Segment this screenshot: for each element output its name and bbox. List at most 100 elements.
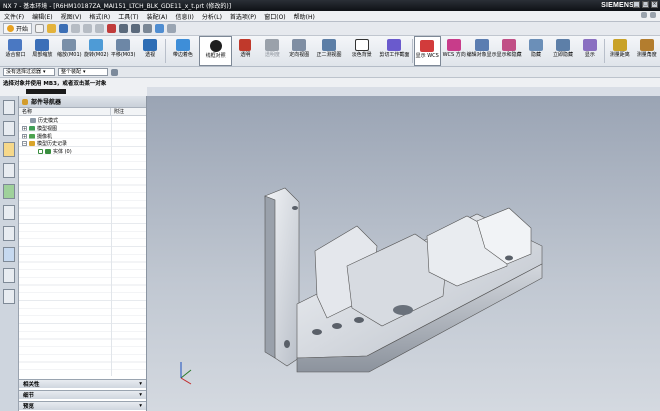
open-icon[interactable] — [47, 24, 57, 33]
rotate-button[interactable]: 旋转(M02) — [83, 36, 110, 66]
zoom-window-button[interactable]: 局部缩放 — [29, 36, 56, 66]
background-icon — [354, 39, 369, 51]
checkbox-icon[interactable] — [38, 149, 43, 155]
expand-icon[interactable]: + — [22, 133, 27, 139]
menu-analysis[interactable]: 分析(L) — [202, 12, 222, 21]
menu-assembly[interactable]: 装配(A) — [147, 12, 168, 21]
details-panel[interactable]: 细节 ▾ — [19, 390, 146, 399]
constraint-navigator-tab[interactable] — [3, 121, 15, 136]
show-button[interactable]: 显示 — [576, 36, 603, 66]
type-filter-value: 没有选择过滤器 — [6, 69, 42, 75]
measure-angle-button[interactable]: 测量角度 — [633, 36, 660, 66]
menu-file[interactable]: 文件(F) — [4, 12, 24, 21]
cut-icon[interactable] — [71, 24, 81, 33]
close-button[interactable]: × — [651, 1, 658, 8]
minimize-button[interactable]: _ — [633, 1, 640, 8]
assembly-navigator-tab[interactable] — [3, 100, 15, 115]
clip-section-button[interactable]: 剪切工作截面 — [378, 36, 411, 66]
folder-icon — [29, 141, 35, 147]
fit-button[interactable]: 适合窗口 — [2, 36, 29, 66]
close-doc-icon[interactable] — [650, 12, 656, 18]
zoom-label: 缩放(M01) — [57, 52, 82, 58]
hide-button[interactable]: 隐藏 — [523, 36, 550, 66]
tree-row-body[interactable]: 实体 (0) — [19, 148, 146, 156]
show-hide-button[interactable]: 显示和隐藏 — [496, 36, 523, 66]
save-icon[interactable] — [59, 24, 69, 33]
start-icon — [7, 25, 14, 32]
pan-button[interactable]: 平移(M03) — [110, 36, 137, 66]
scope-select[interactable]: 整个装配 ▾ — [58, 68, 108, 76]
graphics-window[interactable] — [147, 96, 660, 411]
show-wcs-button[interactable]: 显示 WCS — [413, 36, 441, 66]
column-name[interactable]: 名称 — [19, 108, 111, 115]
restore-icon[interactable] — [641, 12, 647, 18]
new-icon[interactable] — [35, 24, 45, 33]
pan-label: 平移(M03) — [110, 52, 136, 58]
scope-value: 整个装配 — [61, 69, 82, 75]
delete-icon[interactable] — [107, 24, 117, 33]
perspective-button[interactable]: 透视 — [137, 36, 164, 66]
transparency-button[interactable]: 透明度 — [259, 36, 286, 66]
shaded-with-edges-button[interactable]: 带边着色 — [167, 36, 200, 66]
system-materials-tab[interactable] — [3, 226, 15, 241]
maximize-button[interactable]: □ — [642, 1, 649, 8]
type-filter-select[interactable]: 没有选择过滤器 ▾ — [3, 68, 55, 76]
roles-tab[interactable] — [3, 268, 15, 283]
tree-row-history-mode[interactable]: 历史模式 — [19, 117, 146, 125]
menu-tools[interactable]: 工具(T) — [118, 12, 138, 21]
tile-icon[interactable] — [167, 24, 177, 33]
measure-distance-label: 测量距离 — [609, 52, 630, 58]
start-button[interactable]: 开始 — [3, 23, 33, 34]
trimetric-view-button[interactable]: 正二测视图 — [313, 36, 346, 66]
row-label: 历史模式 — [38, 118, 59, 125]
part-navigator-tab[interactable] — [3, 142, 15, 157]
paste-icon[interactable] — [95, 24, 105, 33]
filter-option-icon[interactable] — [111, 68, 118, 76]
menu-help[interactable]: 帮助(H) — [294, 12, 315, 21]
wireframe-button[interactable]: 线框对照 — [199, 36, 232, 66]
expand-icon[interactable]: + — [22, 126, 27, 132]
window-icon[interactable] — [155, 24, 165, 33]
transparent-button[interactable]: 透明 — [232, 36, 259, 66]
tree-row-model-views[interactable]: + 模型视图 — [19, 125, 146, 133]
undo-icon[interactable] — [119, 24, 129, 33]
light-background-button[interactable]: 淡色背景 — [345, 36, 378, 66]
menu-edit[interactable]: 编辑(E) — [32, 12, 52, 21]
preview-panel[interactable]: 预览 ▾ — [19, 401, 146, 410]
dependencies-panel[interactable]: 相关性 ▾ — [19, 379, 146, 388]
zoom-button[interactable]: 缩放(M01) — [56, 36, 83, 66]
part-navigator: 部件导航器 名称 附注 历史模式 + 模型视图 + 摄像机 − 模型历史记录 实… — [19, 96, 147, 411]
edit-object-display-button[interactable]: 编辑对象显示 — [467, 36, 497, 66]
tree-row-model-history[interactable]: − 模型历史记录 — [19, 140, 146, 148]
chevron-down-icon: ▾ — [83, 69, 86, 75]
selection-bar: 没有选择过滤器 ▾ 整个装配 ▾ — [0, 67, 660, 78]
history-tab[interactable] — [3, 205, 15, 220]
immediate-hide-button[interactable]: 立即隐藏 — [550, 36, 577, 66]
copy-icon[interactable] — [83, 24, 93, 33]
chevron-down-icon: ▾ — [139, 392, 142, 398]
perspective-icon — [143, 39, 158, 51]
process-studio-tab[interactable] — [3, 247, 15, 262]
redo-icon[interactable] — [131, 24, 141, 33]
tree-row-cameras[interactable]: + 摄像机 — [19, 132, 146, 140]
menu-preferences[interactable]: 首选项(P) — [230, 12, 256, 21]
repeat-command-icon[interactable] — [143, 24, 153, 33]
reuse-library-tab[interactable] — [3, 163, 15, 178]
collapse-icon[interactable]: − — [22, 141, 27, 147]
web-browser-tab[interactable] — [3, 184, 15, 199]
wcs-orient-button[interactable]: WCS 方向 — [441, 36, 468, 66]
menu-format[interactable]: 格式(R) — [89, 12, 110, 21]
column-attachment[interactable]: 附注 — [111, 108, 124, 115]
show-icon — [582, 39, 597, 51]
measure-distance-button[interactable]: 测量距离 — [606, 36, 633, 66]
show-label: 显示 — [584, 52, 595, 58]
orient-view-button[interactable]: 定向视图 — [286, 36, 313, 66]
menu-info[interactable]: 信息(I) — [175, 12, 193, 21]
system-scenes-tab[interactable] — [3, 289, 15, 304]
measure-distance-icon — [612, 39, 627, 51]
hole-large — [393, 305, 413, 315]
measure-angle-label: 测量角度 — [636, 52, 657, 58]
resource-bar — [0, 96, 19, 411]
menu-window[interactable]: 窗口(O) — [264, 12, 285, 21]
menu-view[interactable]: 视图(V) — [61, 12, 82, 21]
